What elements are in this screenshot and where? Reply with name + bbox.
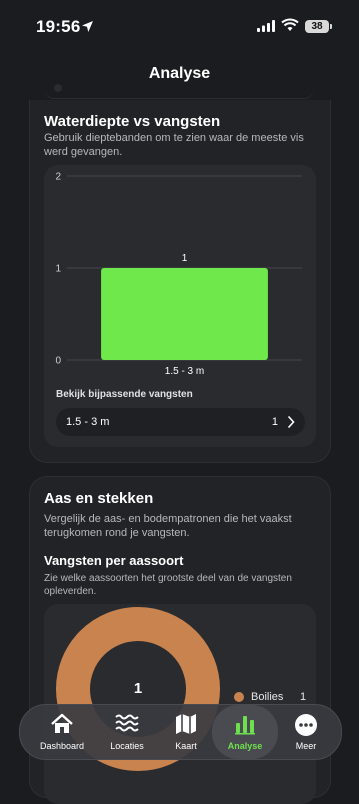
tab-kaart[interactable]: Kaart (156, 705, 216, 759)
tab-analyse-label: Analyse (227, 741, 263, 751)
tab-bar: Dashboard Locaties Kaart Analyse Meer (19, 704, 342, 760)
waves-icon (115, 714, 139, 732)
tab-kaart-label: Kaart (175, 741, 197, 751)
tab-meer-label: Meer (295, 741, 317, 751)
legend-swatch-boilies (234, 692, 244, 702)
map-icon (176, 714, 196, 734)
tab-locaties[interactable]: Locaties (94, 705, 160, 759)
bait-donut-chart (56, 607, 220, 771)
legend-value-boilies: 1 (300, 691, 307, 703)
bar-chart-icon (235, 716, 255, 735)
tab-meer[interactable]: Meer (276, 705, 336, 759)
tab-locaties-label: Locaties (110, 741, 144, 751)
tab-dashboard-label: Dashboard (39, 741, 85, 751)
tab-dashboard[interactable]: Dashboard (26, 705, 98, 759)
tab-analyse[interactable]: Analyse (212, 705, 278, 759)
home-icon (51, 713, 73, 733)
more-icon (295, 714, 317, 736)
donut-center-value: 1 (133, 680, 143, 697)
legend-label-boilies: Boilies (251, 691, 284, 703)
